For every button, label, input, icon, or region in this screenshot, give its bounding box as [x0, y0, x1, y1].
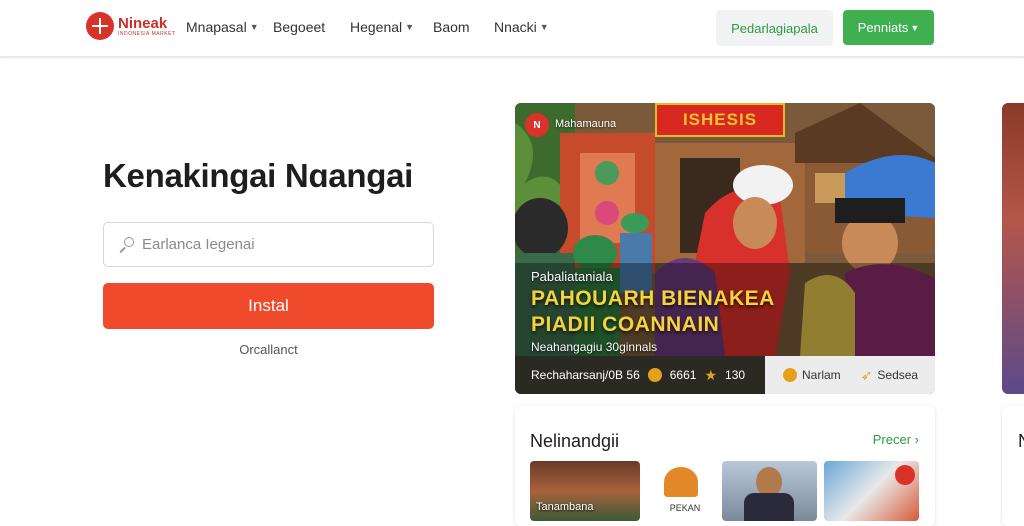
- card-stats: Rechaharsanj/0B 56 6661 ★ 130: [515, 356, 765, 394]
- next-section-title: N: [1018, 431, 1024, 452]
- site-logo[interactable]: Nineak INDONESIA MARKET: [86, 12, 175, 40]
- nav-item-1[interactable]: Mnapasal ▼: [186, 18, 259, 36]
- nav-item-1-label: Mnapasal: [186, 19, 247, 35]
- nav-item-4[interactable]: Baom: [433, 18, 470, 36]
- search-box[interactable]: [103, 222, 434, 267]
- action-1-label: Narlam: [802, 368, 841, 382]
- thumbnail-4[interactable]: [824, 461, 919, 521]
- chat-icon: [783, 368, 797, 382]
- channel-name: Mahamauna: [555, 118, 617, 130]
- chevron-down-icon: ▼: [405, 22, 415, 32]
- secondary-header-button[interactable]: Pedarlagiapala: [716, 10, 833, 46]
- thumbnail-3[interactable]: [722, 461, 817, 521]
- channel-badge: N: [525, 113, 549, 137]
- featured-kicker: Pabaliataniala: [531, 269, 613, 284]
- nav-item-5-label: Nnacki: [494, 19, 537, 35]
- chevron-down-icon: ▼: [539, 22, 549, 32]
- action-button-1[interactable]: Narlam: [783, 368, 841, 382]
- chevron-down-icon: ▼: [249, 22, 259, 32]
- section-more-label: Precer: [872, 432, 912, 447]
- action-button-2[interactable]: ➶ Sedsea: [861, 367, 918, 384]
- logo-text: Nineak INDONESIA MARKET: [118, 16, 175, 37]
- nav-item-2-label: Begoeet: [273, 19, 326, 35]
- nav-item-4-label: Baom: [433, 19, 470, 35]
- emblem-icon: [664, 467, 698, 497]
- banner-sign-text: ISHESIS: [655, 103, 785, 137]
- search-input[interactable]: [142, 236, 422, 253]
- play-icon: [895, 465, 915, 485]
- comment-count: 6661: [669, 368, 697, 382]
- top-navigation-bar: Nineak INDONESIA MARKET Mnapasal ▼ Begoe…: [0, 0, 1024, 58]
- secondary-link[interactable]: Orcallanct: [103, 342, 434, 357]
- headline-line-1: PAHOUARH BIENAKEA: [531, 287, 775, 310]
- logo-name: Nineak: [118, 14, 168, 32]
- thumbnail-1[interactable]: Tanambana: [530, 461, 640, 521]
- chevron-down-icon: ▼: [910, 22, 920, 33]
- nav-item-3-label: Hegenal: [350, 19, 403, 35]
- thumbnail-1-caption: Tanambana: [536, 501, 594, 513]
- thumbnail-2[interactable]: PEKAN: [650, 461, 720, 521]
- nav-item-2[interactable]: Begoeet: [273, 18, 325, 36]
- share-icon: ➶: [860, 366, 873, 383]
- next-card-peek[interactable]: [1002, 103, 1024, 394]
- primary-header-button[interactable]: Penniats ▼: [843, 10, 934, 45]
- section-more-link[interactable]: Precer ›: [873, 432, 919, 447]
- hero-title: Kenakingai Nɑangai: [103, 157, 414, 194]
- rating-count: 130: [725, 368, 746, 382]
- nav-item-3[interactable]: Hegenal ▼: [350, 18, 414, 36]
- logo-emblem-icon: [86, 12, 114, 40]
- headline-line-2: PIADII COANNAIN: [531, 313, 720, 336]
- next-section-peek: N: [1002, 406, 1024, 526]
- chevron-right-icon: ›: [914, 432, 919, 447]
- section-title: Nelinandgii: [530, 431, 620, 451]
- comment-icon: [647, 368, 662, 382]
- search-icon: [118, 236, 134, 253]
- logo-subtitle: INDONESIA MARKET: [118, 30, 176, 37]
- content-section: Nelinandgii Precer › Tanambana PEKAN: [515, 406, 935, 526]
- star-icon: ★: [704, 366, 718, 383]
- featured-headline: PAHOUARH BIENAKEA PIADII COANNAIN: [531, 286, 775, 338]
- action-2-label: Sedsea: [877, 368, 919, 382]
- featured-card[interactable]: N Mahamauna ISHESIS Pabaliataniala PAHOU…: [515, 103, 935, 394]
- nav-item-5[interactable]: Nnacki ▼: [494, 18, 549, 36]
- card-footer: Rechaharsanj/0B 56 6661 ★ 130 Narlam ➶ S…: [515, 356, 935, 394]
- card-actions: Narlam ➶ Sedsea: [765, 356, 935, 394]
- person-shirt: [744, 493, 794, 521]
- install-button[interactable]: Instal: [103, 283, 434, 329]
- primary-header-button-label: Penniats: [857, 20, 909, 35]
- featured-meta: Neahangagiu 30ginnals: [531, 340, 658, 354]
- stats-text: Rechaharsanj/0B 56: [531, 368, 640, 382]
